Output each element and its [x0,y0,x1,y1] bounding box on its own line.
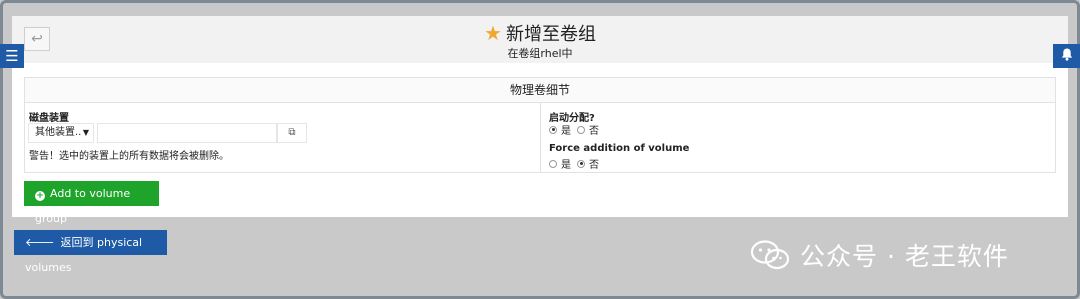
plus-circle-icon: + [35,191,45,201]
bell-icon [1061,48,1072,61]
page-subtitle: 在卷组rhel中 [507,47,573,60]
page-title-row: ★ 新增至卷组 [12,22,1068,46]
device-path-input[interactable] [97,123,277,143]
star-icon: ★ [484,21,502,45]
watermark-text: 公众号 · 老王软件 [800,242,1009,271]
allocation-yes-radio[interactable] [549,125,557,134]
device-select-value: 其他装置.. [35,127,82,138]
allocation-radio-group: 是 否 [549,122,605,137]
allocation-yes-label: 是 [561,126,571,137]
disk-device-label: 磁盘装置 [29,113,69,124]
force-yes-label: 是 [561,160,571,171]
page-header: ↩ ★ 新增至卷组 在卷组rhel中 [12,16,1068,63]
arrow-left-icon: 🡐 [25,236,55,249]
force-no-label: 否 [589,160,599,171]
return-to-physical-volumes-button[interactable]: 🡐 返回到 physical volumes [14,230,167,274]
wechat-icon [750,240,790,270]
main-panel: ↩ ★ 新增至卷组 在卷组rhel中 物理卷细节 磁盘装置 其他装置.. ▼ ⧉ … [12,16,1068,225]
allocation-no-radio[interactable] [577,125,585,134]
force-no-radio[interactable] [577,159,585,168]
force-radio-group: 是 否 [549,156,605,171]
hamburger-menu-icon: ☰ [5,47,19,65]
file-chooser-button[interactable]: ⧉ [277,123,307,143]
force-addition-label: Force addition of volume [549,143,690,154]
physical-volume-details: 物理卷细节 磁盘装置 其他装置.. ▼ ⧉ 警告！选中的装置上的所有数据将会被删… [24,77,1056,173]
device-select[interactable]: 其他装置.. ▼ [28,123,94,143]
copy-icon: ⧉ [288,127,296,138]
chevron-down-icon: ▼ [82,128,89,137]
disk-device-column: 磁盘装置 其他装置.. ▼ ⧉ 警告！选中的装置上的所有数据将会被删除。 [25,103,541,173]
options-column: 启动分配? 是 否 Force addition of volume 是 否 [545,103,1055,173]
details-heading: 物理卷细节 [25,78,1055,103]
watermark: 公众号 · 老王软件 [750,237,1009,273]
sidebar-toggle-button[interactable]: ☰ [0,44,24,68]
data-loss-warning: 警告！选中的装置上的所有数据将会被删除。 [29,151,229,162]
page-title: 新增至卷组 [505,24,596,45]
force-yes-radio[interactable] [549,159,557,168]
allocation-no-label: 否 [589,126,599,137]
add-to-volume-group-button[interactable]: + Add to volume group [24,181,159,225]
notifications-button[interactable] [1053,44,1080,68]
